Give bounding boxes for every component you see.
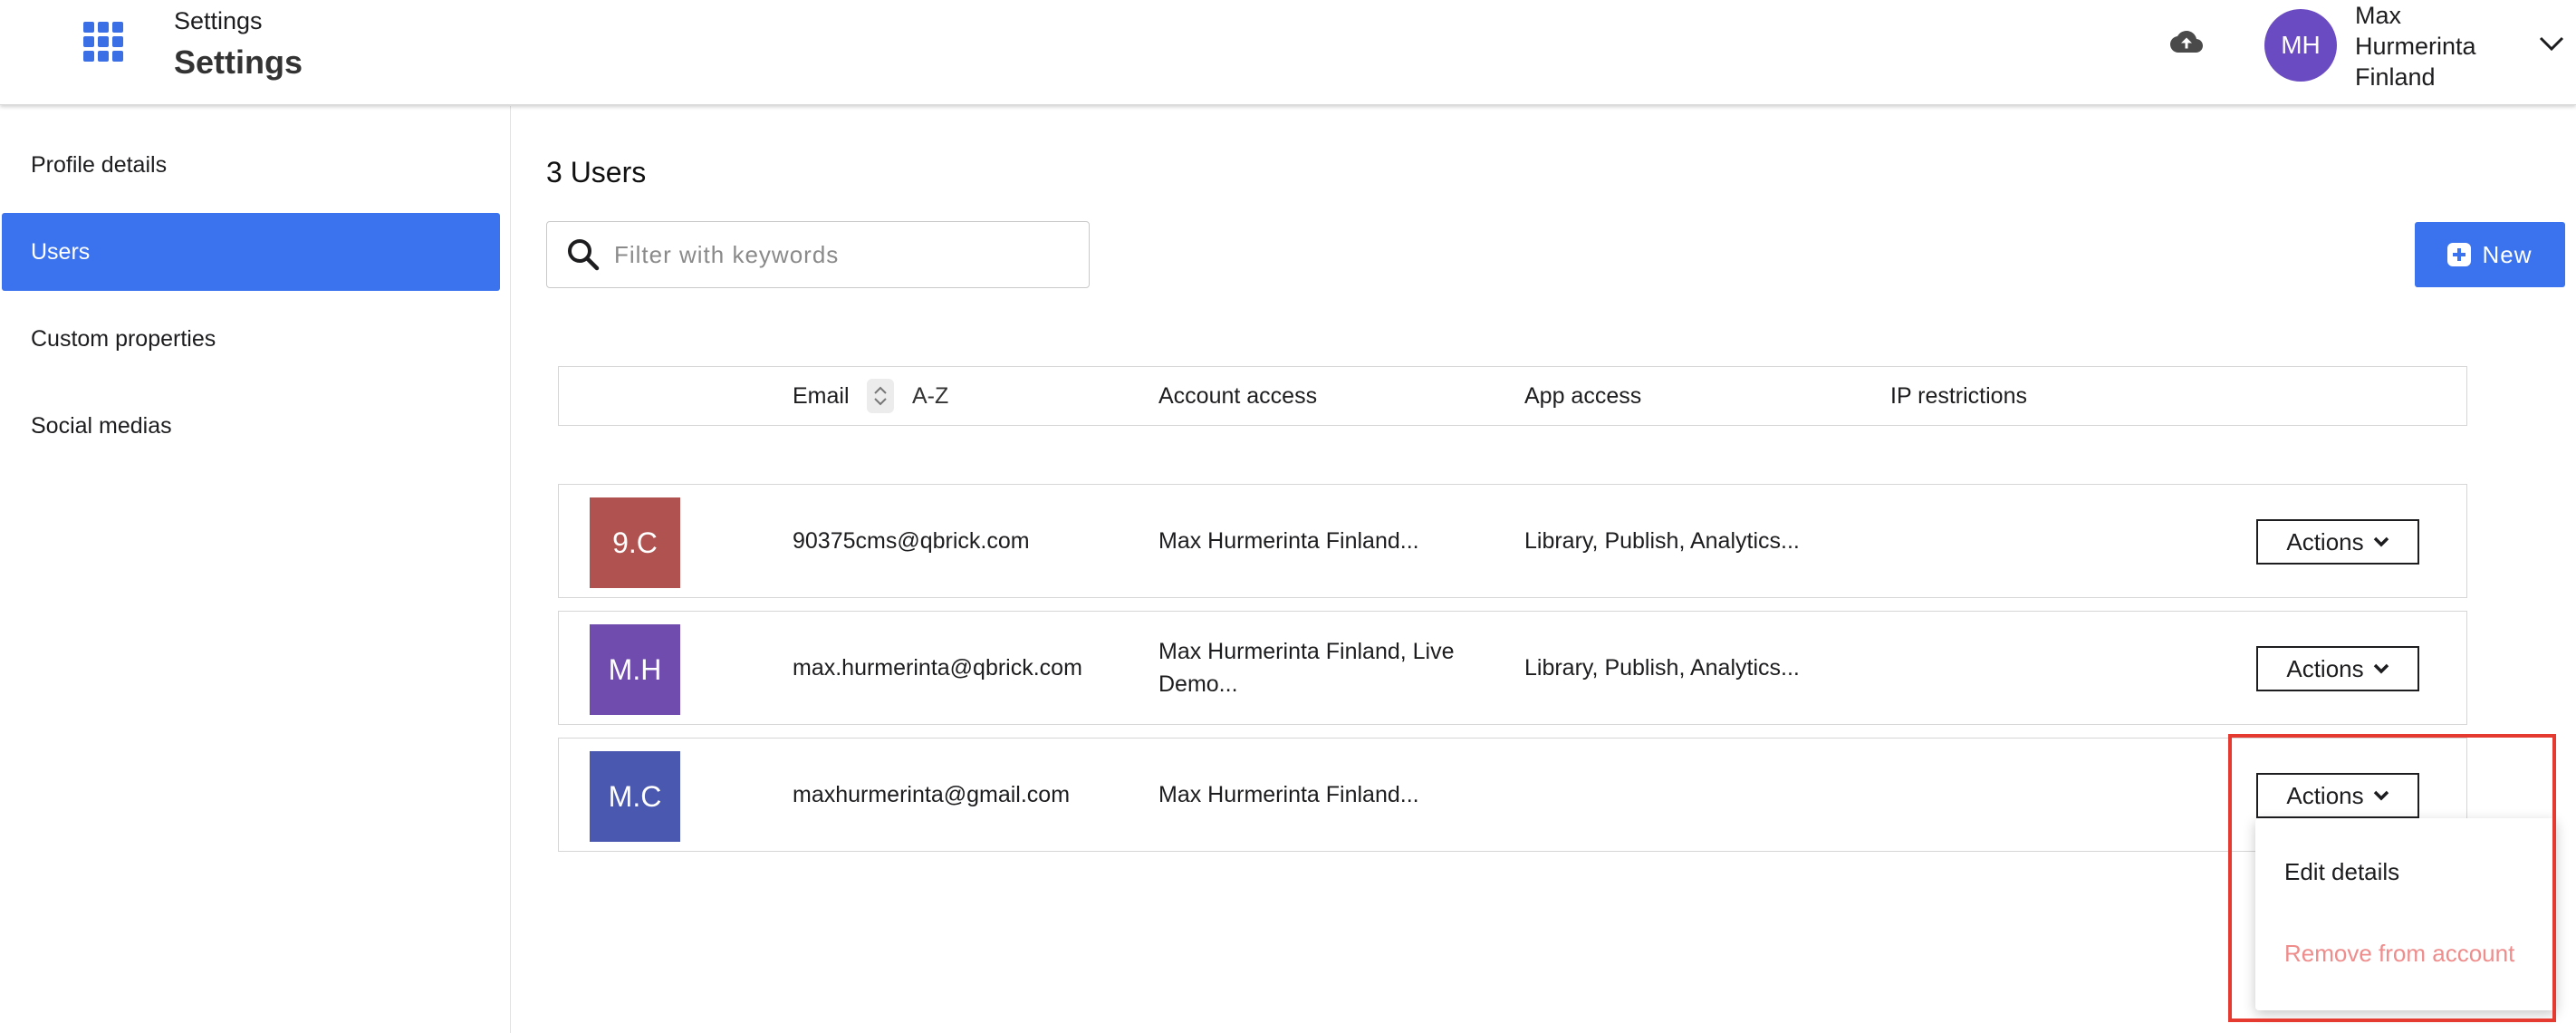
search-box [546,221,1090,288]
sidebar-item-custom-properties[interactable]: Custom properties [2,300,500,378]
user-name-line-3: Finland [2355,63,2436,91]
user-avatar[interactable]: MH [2264,9,2337,82]
user-name[interactable]: Max Hurmerinta Finland [2355,0,2509,92]
column-header-app-access: App access [1524,383,1642,409]
sort-icon[interactable] [867,379,894,413]
app-access: Library, Publish, Analytics... [1524,655,1800,681]
account-access: Max Hurmerinta Finland, Live Demo... [1158,639,1455,697]
actions-button[interactable]: Actions [2256,773,2419,818]
user-email: max.hurmerinta@qbrick.com [793,655,1082,681]
new-button-label: New [2482,240,2533,268]
chevron-down-icon [2373,536,2389,547]
table-row: M.H max.hurmerinta@qbrick.com Max Hurmer… [558,611,2467,725]
column-header-account-access: Account access [1158,383,1318,409]
search-icon [568,239,600,271]
menu-item-remove-from-account[interactable]: Remove from account [2284,940,2514,968]
actions-button[interactable]: Actions [2256,519,2419,565]
account-access: Max Hurmerinta Finland... [1158,528,1419,554]
breadcrumb: Settings [174,7,263,34]
column-header-ip-restrictions: IP restrictions [1890,383,2027,409]
chevron-down-icon [2373,663,2389,674]
table-row: M.C maxhurmerinta@gmail.com Max Hurmerin… [558,738,2467,852]
sidebar-item-label: Social medias [31,412,172,439]
sidebar-item-label: Users [31,238,91,265]
actions-label: Actions [2286,781,2364,809]
table-header: Email A-Z Account access App access IP r… [558,366,2467,426]
user-name-line-1: Max [2355,2,2402,29]
sidebar-item-label: Profile details [31,151,168,178]
user-initials-avatar: M.C [590,751,680,842]
sidebar-item-profile-details[interactable]: Profile details [2,126,500,204]
column-header-email: Email [793,383,850,409]
user-email: 90375cms@qbrick.com [793,528,1030,554]
users-count-heading: 3 Users [546,156,647,188]
user-initials-avatar: M.H [590,624,680,715]
apps-grid-icon[interactable] [83,22,123,62]
settings-sidebar: Profile details Users Custom properties … [0,106,511,1033]
new-user-button[interactable]: New [2415,222,2565,287]
user-email: maxhurmerinta@gmail.com [793,782,1071,807]
search-input[interactable] [614,240,1067,269]
actions-dropdown-menu: Edit details Remove from account [2255,818,2556,1010]
actions-button[interactable]: Actions [2256,646,2419,691]
chevron-down-icon[interactable] [2538,33,2565,54]
plus-icon [2447,243,2472,266]
account-access: Max Hurmerinta Finland... [1158,782,1419,807]
cloud-upload-icon[interactable] [2170,25,2203,58]
sidebar-item-label: Custom properties [31,325,216,352]
user-name-line-2: Hurmerinta [2355,33,2476,60]
top-header: Settings Settings MH Max Hurmerinta Finl… [0,0,2576,105]
menu-item-edit-details[interactable]: Edit details [2284,858,2399,886]
app-access: Library, Publish, Analytics... [1524,528,1800,554]
table-row: 9.C 90375cms@qbrick.com Max Hurmerinta F… [558,484,2467,598]
sidebar-item-social-medias[interactable]: Social medias [2,387,500,465]
page-title: Settings [174,43,303,81]
actions-label: Actions [2286,527,2364,555]
user-initials-avatar: 9.C [590,497,680,588]
chevron-down-icon [2373,790,2389,801]
sidebar-item-users[interactable]: Users [2,213,500,291]
sort-order-label[interactable]: A-Z [912,383,948,410]
actions-label: Actions [2286,654,2364,682]
